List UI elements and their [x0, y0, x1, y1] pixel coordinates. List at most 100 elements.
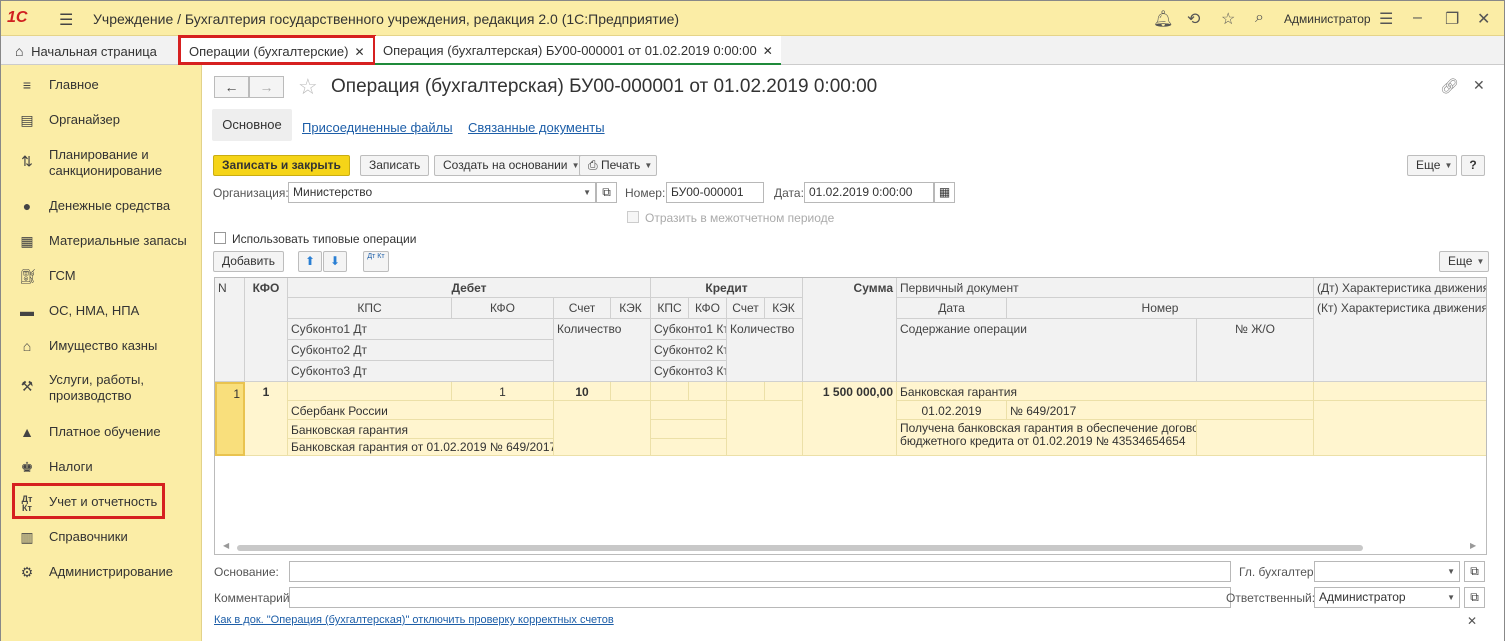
grid-more-button[interactable]: Еще ▼ [1439, 251, 1490, 272]
close-tab-icon[interactable]: ✕ [763, 44, 773, 58]
col-sum-header[interactable]: Сумма [803, 278, 897, 382]
sub2-dt-header[interactable]: Субконто2 Дт [288, 340, 554, 361]
close-hint-icon[interactable]: ✕ [1467, 614, 1477, 628]
org-field[interactable]: Министерство ▼ [288, 182, 596, 203]
sidebar-item-assets[interactable]: ▬ ОС, НМА, НПА [1, 293, 201, 329]
credit-account-header[interactable]: Счет [727, 298, 765, 319]
open-org-button[interactable]: ⧉ [596, 182, 617, 203]
user-name[interactable]: Администратор [1284, 12, 1371, 26]
tab-operation-document[interactable]: Операция (бухгалтерская) БУ00-000001 от … [375, 36, 781, 65]
sub3-dt-header[interactable]: Субконто3 Дт [288, 361, 554, 382]
debit-kps-header[interactable]: КПС [288, 298, 452, 319]
row-kt-char-cell[interactable] [1314, 401, 1486, 456]
row-sub2-kt-cell[interactable] [651, 420, 727, 439]
dropdown-arrow-icon[interactable]: ▼ [583, 183, 591, 202]
row-dt-char-cell[interactable] [1314, 382, 1486, 401]
row-sub2-cell[interactable]: Банковская гарантия [288, 420, 554, 439]
sub1-kt-header[interactable]: Субконто1 Кт [651, 319, 727, 340]
sub3-kt-header[interactable]: Субконто3 Кт [651, 361, 727, 382]
print-button[interactable]: ⎙ Печать ▼ [579, 155, 658, 176]
row-credit-account-cell[interactable] [727, 382, 765, 401]
close-icon[interactable]: ✕ [1477, 9, 1490, 29]
sub1-dt-header[interactable]: Субконто1 Дт [288, 319, 554, 340]
favorite-star-icon[interactable]: ☆ [298, 74, 318, 100]
sidebar-item-services[interactable]: ⚒ Услуги, работы, производство [1, 368, 201, 408]
close-tab-icon[interactable]: ✕ [354, 45, 364, 59]
star-icon[interactable]: ☆ [1221, 9, 1235, 29]
chief-accountant-field[interactable]: ▼ [1314, 561, 1460, 582]
sidebar-item-education[interactable]: ▲ Платное обучение [1, 414, 201, 450]
dt-char-header[interactable]: (Дт) Характеристика движения [1314, 278, 1486, 298]
help-button[interactable]: ? [1461, 155, 1485, 176]
content-header[interactable]: Содержание операции [897, 319, 1197, 382]
row-doc-date-cell[interactable]: 01.02.2019 [897, 401, 1007, 420]
row-debit-kfo-cell[interactable]: 1 [452, 382, 554, 401]
comment-field[interactable] [289, 587, 1231, 608]
row-debit-kps-cell[interactable] [288, 382, 452, 401]
sidebar-item-taxes[interactable]: ♚ Налоги [1, 449, 201, 485]
link-icon[interactable]: 🔗︎ [1440, 77, 1459, 95]
col-kfo-header[interactable]: КФО [245, 278, 288, 382]
tab-home[interactable]: ⌂ Начальная страница [7, 36, 165, 65]
add-row-button[interactable]: Добавить [213, 251, 285, 272]
entries-table[interactable]: N КФО Дебет Кредит Сумма Первичный докум… [214, 277, 1487, 555]
row-debit-kek-cell[interactable] [611, 382, 651, 401]
sidebar-item-planning[interactable]: ⇅ Планирование и санкционирование [1, 143, 201, 183]
subtab-related-docs[interactable]: Связанные документы [468, 120, 605, 135]
sidebar-item-money[interactable]: ● Денежные средства [1, 188, 201, 224]
row-credit-qty-cell[interactable] [727, 401, 803, 456]
doc-date-header[interactable]: Дата [897, 298, 1007, 319]
tab-operations-list[interactable]: Операции (бухгалтерские) ✕ [178, 35, 376, 65]
row-journal-cell[interactable] [1197, 420, 1314, 456]
row-sub3-cell[interactable]: Банковская гарантия от 01.02.2019 № 649/… [288, 439, 554, 456]
open-chief-button[interactable]: ⧉ [1464, 561, 1485, 582]
row-debit-qty-cell[interactable] [554, 401, 651, 456]
save-button[interactable]: Записать [360, 155, 430, 176]
open-responsible-button[interactable]: ⧉ [1464, 587, 1485, 608]
credit-kps-header[interactable]: КПС [651, 298, 689, 319]
debit-qty-header[interactable]: Количество [554, 319, 651, 382]
row-primary-doc-cell[interactable]: Банковская гарантия [897, 382, 1314, 401]
sidebar-item-inventory[interactable]: ▦ Материальные запасы [1, 223, 201, 259]
col-n-header[interactable]: N [215, 278, 245, 382]
debit-account-header[interactable]: Счет [554, 298, 611, 319]
debit-kek-header[interactable]: КЭК [611, 298, 651, 319]
row-sum-cell[interactable]: 1 500 000,00 [803, 382, 897, 456]
credit-qty-header[interactable]: Количество [727, 319, 803, 382]
number-field[interactable]: БУ00-000001 [666, 182, 764, 203]
row-doc-number-cell[interactable]: № 649/2017 [1007, 401, 1314, 420]
move-up-button[interactable]: ⬆ [298, 251, 322, 272]
debit-kfo-header[interactable]: КФО [452, 298, 554, 319]
row-content-cell[interactable]: Получена банковская гарантия в обеспечен… [897, 420, 1197, 456]
calendar-icon[interactable]: ▦ [934, 182, 955, 203]
kt-char-header[interactable]: (Кт) Характеристика движения [1314, 298, 1486, 382]
row-kfo-cell[interactable]: 1 [245, 382, 288, 456]
sidebar-item-organizer[interactable]: ▤ Органайзер [1, 102, 201, 138]
row-sub1-kt-cell[interactable] [651, 401, 727, 420]
more-button[interactable]: Еще ▼ [1407, 155, 1458, 176]
row-sub3-kt-cell[interactable] [651, 439, 727, 456]
journal-header[interactable]: № Ж/О [1197, 319, 1314, 382]
credit-kfo-header[interactable]: КФО [689, 298, 727, 319]
sub2-kt-header[interactable]: Субконто2 Кт [651, 340, 727, 361]
row-n-cell[interactable]: 1 [215, 382, 245, 456]
history-icon[interactable]: ⟲ [1187, 9, 1200, 29]
scroll-right-icon[interactable]: ▶ [1470, 541, 1476, 550]
sidebar-item-admin[interactable]: ⚙ Администрирование [1, 554, 201, 590]
back-button[interactable]: ← [214, 76, 249, 98]
main-menu-icon[interactable]: ☰ [59, 10, 73, 30]
save-and-close-button[interactable]: Записать и закрыть [213, 155, 350, 176]
bell-icon[interactable]: 🔔︎ [1153, 9, 1173, 29]
settings-menu-icon[interactable]: ☰ [1379, 9, 1393, 29]
interperiod-checkbox[interactable] [627, 211, 639, 223]
row-debit-account-cell[interactable]: 10 [554, 382, 611, 401]
date-field[interactable]: 01.02.2019 0:00:00 [804, 182, 934, 203]
row-credit-kek-cell[interactable] [765, 382, 803, 401]
forward-button[interactable]: → [249, 76, 284, 98]
scrollbar-thumb[interactable] [237, 545, 1363, 551]
form-close-icon[interactable]: ✕ [1473, 77, 1485, 94]
subtab-attached-files[interactable]: Присоединенные файлы [302, 120, 453, 135]
responsible-field[interactable]: Администратор ▼ [1314, 587, 1460, 608]
search-icon[interactable]: ⌕ [1255, 9, 1264, 27]
sidebar-item-fuel[interactable]: ⛽︎ ГСМ [1, 258, 201, 294]
